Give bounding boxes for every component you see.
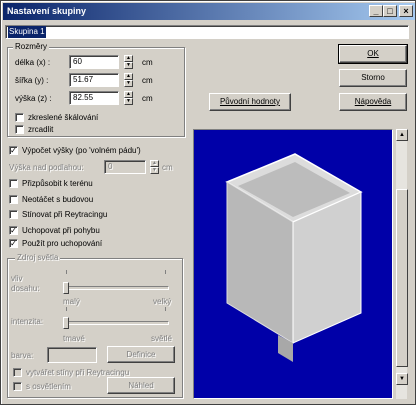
close-button[interactable]: × <box>399 5 413 17</box>
influence-label-1: vliv <box>11 274 23 283</box>
influence-min-label: malý <box>63 297 80 306</box>
intensity-max-label: světlé <box>151 334 172 343</box>
color-swatch[interactable] <box>47 347 97 363</box>
length-label: délka (x) : <box>15 58 51 67</box>
color-label: barva: <box>11 351 34 360</box>
preview-scrollbar[interactable]: ▲ ▼ <box>395 129 408 399</box>
help-button[interactable]: Nápověda <box>339 93 407 111</box>
create-shadows-checkbox[interactable] <box>13 368 22 377</box>
mirror-checkbox[interactable] <box>15 125 24 134</box>
raytrace-shadow-checkbox[interactable] <box>9 210 18 219</box>
spin-up-icon[interactable]: ▲ <box>124 91 133 98</box>
use-snapping-checkbox[interactable]: ✓ <box>9 239 18 248</box>
influence-slider-thumb[interactable] <box>63 282 69 294</box>
spin-down-icon[interactable]: ▼ <box>124 80 133 87</box>
no-rotate-checkbox[interactable] <box>9 195 18 204</box>
minimize-button[interactable]: _ <box>369 5 383 17</box>
length-input[interactable]: 60 <box>69 55 119 69</box>
height-spinner[interactable]: ▲ ▼ <box>124 91 133 105</box>
width-input[interactable]: 51.67 <box>69 73 119 87</box>
width-label: šířka (y) : <box>15 76 49 85</box>
height-calc-label: Výpočet výšky (po 'volném pádu') <box>22 146 141 155</box>
scroll-up-icon[interactable]: ▲ <box>396 129 408 141</box>
intensity-min-label: tmavé <box>63 334 85 343</box>
group-name-input[interactable]: Skupina 1 <box>5 25 409 39</box>
spin-up-icon[interactable]: ▲ <box>124 55 133 62</box>
spin-down-icon[interactable]: ▼ <box>150 167 159 174</box>
with-lighting-label: s osvětlením <box>26 382 71 391</box>
scroll-thumb[interactable] <box>396 189 408 367</box>
height-unit: cm <box>142 94 153 103</box>
slider-tick <box>165 307 166 311</box>
dimensions-legend: Rozměry <box>13 42 50 52</box>
influence-slider-track[interactable] <box>63 286 169 290</box>
no-rotate-label: Neotáčet s budovou <box>22 195 94 204</box>
length-unit: cm <box>142 58 153 67</box>
preview-button[interactable]: Náhled <box>107 377 175 394</box>
intensity-slider-track[interactable] <box>63 321 169 325</box>
distorted-scaling-label: zkreslené škálování <box>28 113 99 122</box>
influence-max-label: velký <box>153 297 172 306</box>
spin-down-icon[interactable]: ▼ <box>124 98 133 105</box>
window-title: Nastavení skupiny <box>7 6 87 16</box>
width-spinner[interactable]: ▲ ▼ <box>124 73 133 87</box>
ok-button[interactable]: OK <box>338 44 408 64</box>
use-snapping-label: Použít pro uchopování <box>22 239 103 248</box>
cancel-button[interactable]: Storno <box>339 69 407 87</box>
floor-height-input[interactable]: 0 <box>104 160 146 174</box>
width-unit: cm <box>142 76 153 85</box>
3d-preview[interactable] <box>193 129 393 399</box>
intensity-label: intenzita: <box>11 317 44 326</box>
dialog-window: Nastavení skupiny _ □ × Skupina 1 Rozměr… <box>0 0 416 405</box>
height-input[interactable]: 82.55 <box>69 91 119 105</box>
maximize-button[interactable]: □ <box>383 5 397 17</box>
with-lighting-checkbox[interactable] <box>13 382 22 391</box>
mirror-label: zrcadlit <box>28 125 54 134</box>
ok-button-label: OK <box>367 49 379 58</box>
spin-up-icon[interactable]: ▲ <box>150 160 159 167</box>
spin-down-icon[interactable]: ▼ <box>124 62 133 69</box>
slider-tick <box>165 270 166 274</box>
raytrace-shadow-label: Stínovat při Reytracingu <box>22 210 108 219</box>
title-bar: Nastavení skupiny <box>3 3 415 20</box>
floor-height-unit: cm <box>162 163 173 172</box>
fit-terrain-label: Přizpůsobit k terénu <box>22 179 93 188</box>
snap-move-label: Uchopovat při pohybu <box>22 226 100 235</box>
spin-up-icon[interactable]: ▲ <box>124 73 133 80</box>
cabinet-3d-model <box>225 153 363 362</box>
fit-terrain-checkbox[interactable] <box>9 179 18 188</box>
snap-move-checkbox[interactable]: ✓ <box>9 226 18 235</box>
original-values-label: Původní hodnoty <box>219 97 281 106</box>
height-label: výška (z) : <box>15 94 52 103</box>
scroll-down-icon[interactable]: ▼ <box>396 373 408 385</box>
slider-tick <box>66 307 67 311</box>
height-calc-checkbox[interactable]: ✓ <box>9 146 18 155</box>
floor-height-spinner[interactable]: ▲ ▼ <box>150 160 159 174</box>
intensity-slider-thumb[interactable] <box>63 317 69 329</box>
light-source-legend: Zdroj světla <box>15 253 61 263</box>
length-spinner[interactable]: ▲ ▼ <box>124 55 133 69</box>
distorted-scaling-checkbox[interactable] <box>15 113 24 122</box>
influence-label-2: dosahu: <box>11 284 40 293</box>
group-name-value: Skupina 1 <box>8 26 46 38</box>
slider-tick <box>66 270 67 274</box>
help-button-label: Nápověda <box>354 97 392 106</box>
define-button[interactable]: Definice <box>107 346 175 363</box>
original-values-button[interactable]: Původní hodnoty <box>209 93 291 111</box>
floor-height-label: Výška nad podlahou: <box>9 163 84 172</box>
